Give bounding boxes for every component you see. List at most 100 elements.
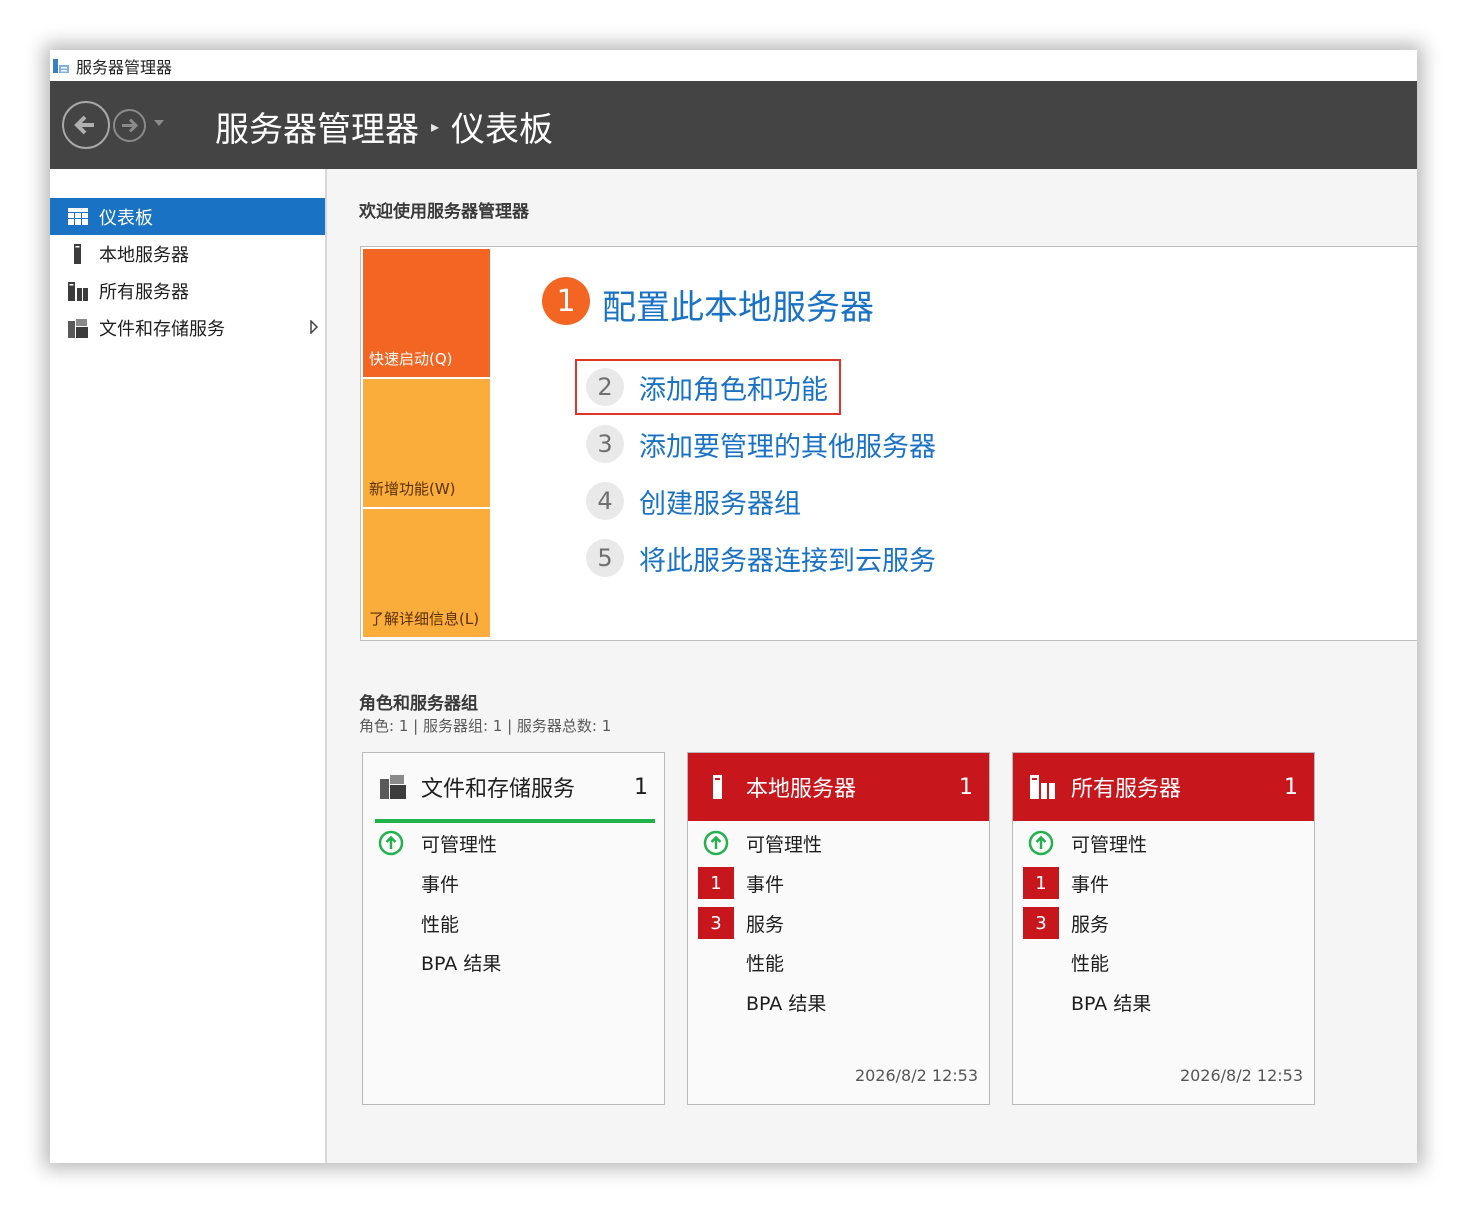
row-label: 事件 (421, 873, 460, 896)
card-timestamp: 2026/8/2 12:53 (854, 1066, 978, 1085)
sidebar-item-label: 本地服务器 (99, 244, 189, 266)
step-number: 4 (586, 482, 624, 520)
quick-start-tile[interactable]: 快速启动(Q) (363, 249, 490, 377)
breadcrumb-root[interactable]: 服务器管理器 (215, 102, 419, 151)
step-connect-cloud[interactable]: 5 将此服务器连接到云服务 (586, 536, 936, 580)
row-label: 性能 (421, 913, 460, 936)
events-alert-badge: 1 (1023, 867, 1059, 899)
row-label: 可管理性 (746, 833, 823, 856)
role-card-file-storage[interactable]: 文件和存储服务 1 可管理性 事件 性能 BPA 结果 (362, 752, 665, 1105)
role-card-all-servers[interactable]: 所有服务器 1 可管理性 1 事件 3 服务 性能 BPA 结果 2026/8/… (1012, 752, 1315, 1105)
server-manager-app-icon (53, 58, 69, 73)
row-label: 服务 (1071, 913, 1110, 936)
row-performance[interactable]: 性能 (363, 905, 664, 941)
header-bar: 服务器管理器 ▸ 仪表板 (50, 81, 1417, 169)
row-label: 事件 (746, 873, 785, 896)
whats-new-tile[interactable]: 新增功能(W) (363, 379, 490, 507)
row-bpa-results[interactable]: BPA 结果 (688, 984, 989, 1020)
status-ok-bar (375, 819, 655, 823)
events-alert-badge: 1 (698, 867, 734, 899)
row-label: BPA 结果 (1071, 992, 1152, 1015)
sidebar-item-file-storage[interactable]: 文件和存储服务 (50, 309, 325, 346)
sidebar-item-label: 仪表板 (99, 207, 153, 229)
quick-start-label: 快速启动(Q) (369, 350, 453, 368)
card-header[interactable]: 所有服务器 1 (1013, 753, 1314, 821)
server-manager-window: 服务器管理器 服务器管理器 ▸ 仪表板 仪表板 本地服务器 所有服务器 文件和存… (50, 50, 1417, 1163)
row-bpa-results[interactable]: BPA 结果 (1013, 984, 1314, 1020)
step-create-group[interactable]: 4 创建服务器组 (586, 479, 801, 523)
step-number: 3 (586, 425, 624, 463)
step-add-servers[interactable]: 3 添加要管理的其他服务器 (586, 422, 936, 466)
row-manageability[interactable]: 可管理性 (1013, 825, 1314, 861)
row-events[interactable]: 1 事件 (1013, 865, 1314, 901)
row-label: BPA 结果 (746, 992, 827, 1015)
card-count: 1 (634, 774, 648, 800)
sidebar-item-local-server[interactable]: 本地服务器 (50, 235, 325, 272)
connect-cloud-link[interactable]: 将此服务器连接到云服务 (639, 539, 936, 578)
card-title: 所有服务器 (1071, 777, 1182, 802)
row-label: 服务 (746, 913, 785, 936)
card-count: 1 (1284, 774, 1298, 800)
row-label: 性能 (1071, 952, 1110, 975)
row-label: 可管理性 (421, 833, 498, 856)
services-alert-badge: 3 (1023, 907, 1059, 939)
status-ok-icon (378, 830, 404, 856)
all-servers-icon (68, 281, 88, 301)
expand-arrow-icon[interactable] (309, 320, 319, 334)
row-services[interactable]: 3 服务 (688, 905, 989, 941)
role-card-local-server[interactable]: 本地服务器 1 可管理性 1 事件 3 服务 性能 BPA 结果 2026/8/… (687, 752, 990, 1105)
step-1-number: 1 (542, 277, 590, 325)
welcome-heading: 欢迎使用服务器管理器 (359, 202, 529, 222)
card-title: 本地服务器 (746, 777, 857, 802)
create-server-group-link[interactable]: 创建服务器组 (639, 482, 801, 521)
dashboard-main: 欢迎使用服务器管理器 快速启动(Q) 新增功能(W) 了解详细信息(L) 1 配… (327, 169, 1417, 1163)
row-label: 性能 (746, 952, 785, 975)
breadcrumb: 服务器管理器 ▸ 仪表板 (215, 101, 553, 151)
highlight-box (575, 359, 841, 415)
status-ok-icon (703, 830, 729, 856)
dashboard-icon (68, 207, 88, 225)
sidebar-item-label: 所有服务器 (99, 281, 189, 303)
file-storage-icon (68, 318, 88, 338)
row-events[interactable]: 事件 (363, 865, 664, 901)
sidebar-item-label: 文件和存储服务 (99, 318, 225, 340)
row-bpa-results[interactable]: BPA 结果 (363, 944, 664, 980)
whats-new-label: 新增功能(W) (369, 480, 456, 498)
sidebar-item-dashboard[interactable]: 仪表板 (50, 198, 325, 235)
row-manageability[interactable]: 可管理性 (363, 825, 664, 861)
learn-more-tile[interactable]: 了解详细信息(L) (363, 509, 490, 637)
back-button[interactable] (62, 101, 110, 149)
configure-local-server-link[interactable]: 配置此本地服务器 (602, 280, 874, 329)
row-services[interactable]: 3 服务 (1013, 905, 1314, 941)
breadcrumb-separator-icon: ▸ (431, 116, 440, 136)
history-dropdown-icon[interactable] (153, 118, 165, 128)
welcome-tile-panel: 快速启动(Q) 新增功能(W) 了解详细信息(L) 1 配置此本地服务器 2 添… (360, 246, 1417, 641)
card-header[interactable]: 本地服务器 1 (688, 753, 989, 821)
row-performance[interactable]: 性能 (688, 944, 989, 980)
navigation-sidebar: 仪表板 本地服务器 所有服务器 文件和存储服务 (50, 169, 327, 1163)
card-count: 1 (959, 774, 973, 800)
breadcrumb-current: 仪表板 (451, 109, 554, 150)
local-server-icon (713, 775, 722, 799)
all-servers-icon (1030, 775, 1055, 799)
row-events[interactable]: 1 事件 (688, 865, 989, 901)
add-servers-link[interactable]: 添加要管理的其他服务器 (639, 425, 936, 464)
title-bar: 服务器管理器 (50, 50, 1417, 81)
row-label: 事件 (1071, 873, 1110, 896)
step-number: 5 (586, 539, 624, 577)
local-server-icon (74, 243, 81, 264)
forward-button[interactable] (113, 109, 146, 142)
card-title: 文件和存储服务 (421, 777, 576, 802)
row-manageability[interactable]: 可管理性 (688, 825, 989, 861)
sidebar-item-all-servers[interactable]: 所有服务器 (50, 272, 325, 309)
status-ok-icon (1028, 830, 1054, 856)
row-label: BPA 结果 (421, 952, 502, 975)
roles-summary: 角色: 1 | 服务器组: 1 | 服务器总数: 1 (359, 717, 612, 735)
learn-more-label: 了解详细信息(L) (369, 610, 480, 628)
arrow-right-icon (122, 118, 139, 133)
row-performance[interactable]: 性能 (1013, 944, 1314, 980)
window-title: 服务器管理器 (76, 57, 173, 77)
arrow-left-icon (74, 115, 94, 135)
card-timestamp: 2026/8/2 12:53 (1179, 1066, 1303, 1085)
card-header[interactable]: 文件和存储服务 1 (363, 753, 664, 821)
